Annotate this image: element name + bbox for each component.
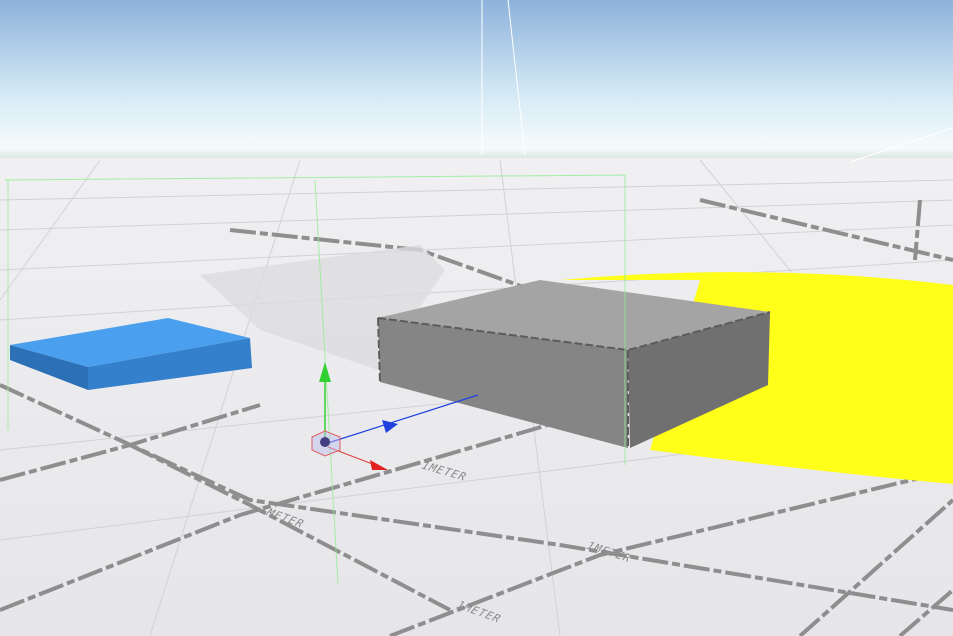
scene-canvas[interactable]: 1METER 1METER 1METER 1METER xyxy=(0,0,953,636)
scene-viewport[interactable]: 1METER 1METER 1METER 1METER xyxy=(0,0,953,636)
skybox xyxy=(0,0,953,165)
center-handle-icon[interactable] xyxy=(320,437,330,447)
